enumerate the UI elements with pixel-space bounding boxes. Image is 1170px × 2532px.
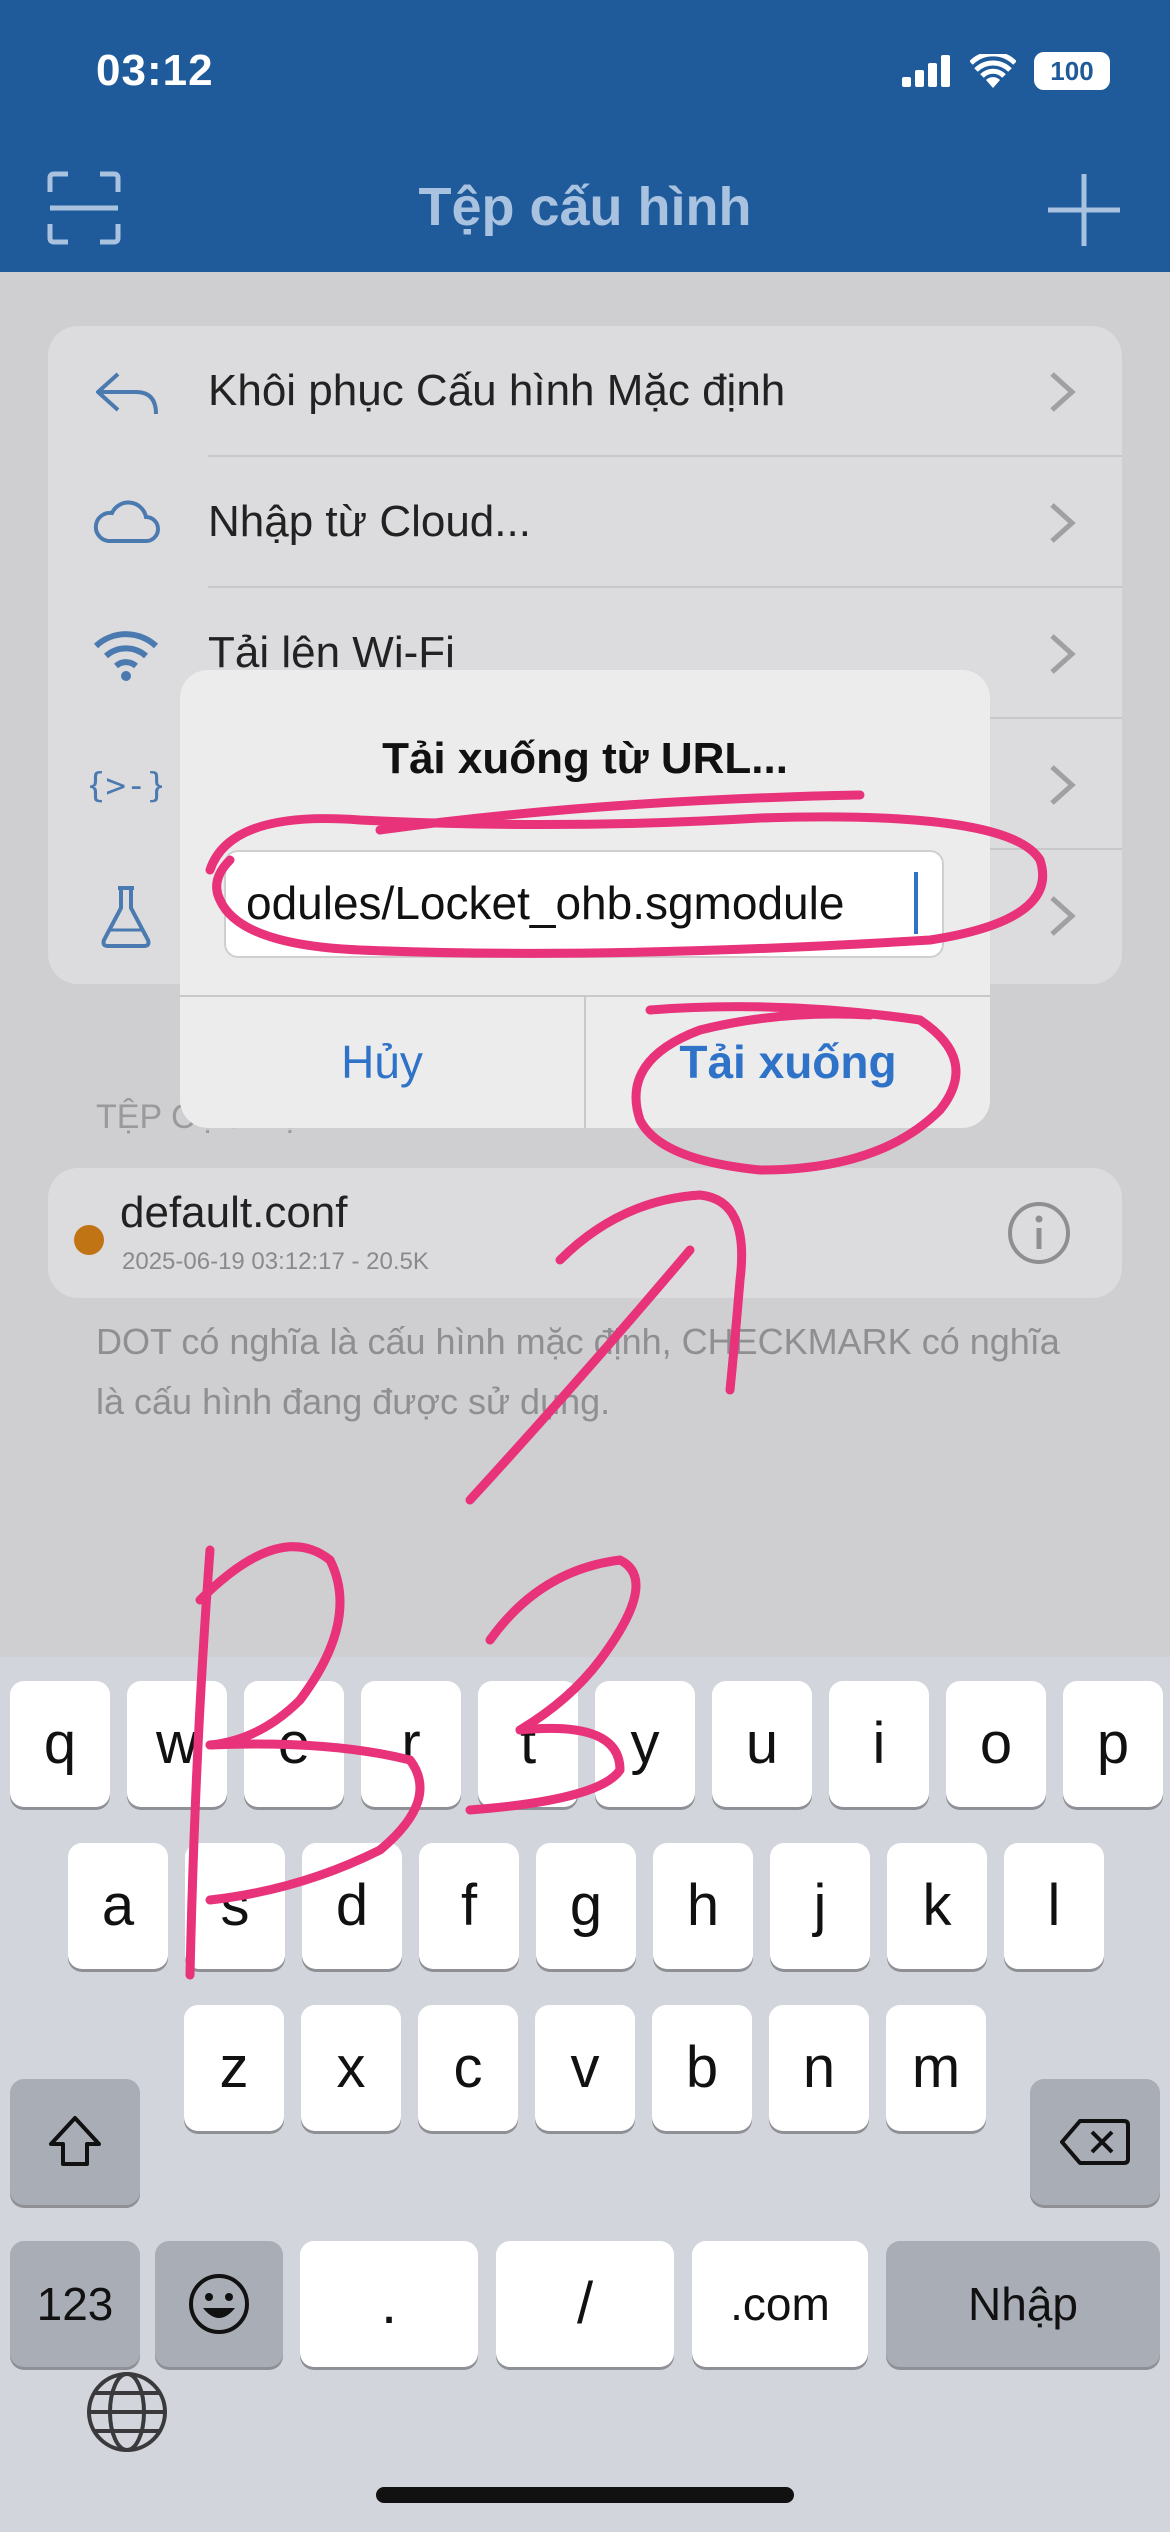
chevron-right-icon [1050, 634, 1076, 674]
dotcom-key[interactable]: .com [692, 2241, 868, 2367]
key-f[interactable]: f [419, 1843, 519, 1969]
key-p[interactable]: p [1063, 1681, 1163, 1807]
globe-icon[interactable] [84, 2369, 170, 2455]
key-c[interactable]: c [418, 2005, 518, 2131]
key-j[interactable]: j [770, 1843, 870, 1969]
chevron-right-icon [1050, 896, 1076, 936]
legend-note: DOT có nghĩa là cấu hình mặc định, CHECK… [96, 1321, 1060, 1422]
key-r[interactable]: r [361, 1681, 461, 1807]
status-icons: 100 [902, 52, 1110, 90]
numbers-key[interactable]: 123 [10, 2241, 140, 2367]
default-dot-icon [74, 1225, 104, 1255]
menu-item-import-cloud[interactable]: Nhập từ Cloud... [48, 457, 1122, 588]
file-meta: 2025-06-19 03:12:17 - 20.5K [122, 1248, 429, 1275]
home-indicator [376, 2487, 794, 2503]
download-button[interactable]: Tải xuống [586, 997, 990, 1128]
key-x[interactable]: x [301, 2005, 401, 2131]
key-h[interactable]: h [653, 1843, 753, 1969]
file-name: default.conf [120, 1188, 348, 1237]
cloud-icon [93, 500, 160, 543]
chevron-right-icon [1050, 503, 1076, 543]
status-time: 03:12 [96, 46, 214, 95]
menu-item-label: Khôi phục Cấu hình Mặc định [208, 366, 786, 415]
chevron-right-icon [1050, 765, 1076, 805]
backspace-icon [1060, 2119, 1130, 2165]
info-icon[interactable] [1006, 1200, 1072, 1266]
wifi-icon [93, 631, 159, 681]
flask-icon [101, 886, 151, 948]
key-a[interactable]: a [68, 1843, 168, 1969]
slash-key[interactable]: / [496, 2241, 674, 2367]
key-u[interactable]: u [712, 1681, 812, 1807]
key-z[interactable]: z [184, 2005, 284, 2131]
file-row[interactable]: default.conf 2025-06-19 03:12:17 - 20.5K [48, 1168, 1122, 1298]
key-d[interactable]: d [302, 1843, 402, 1969]
menu-item-label: Nhập từ Cloud... [208, 497, 531, 546]
key-o[interactable]: o [946, 1681, 1046, 1807]
download-url-dialog: Tải xuống từ URL... odules/Locket_ohb.sg… [180, 670, 990, 1128]
text-caret [914, 872, 918, 934]
key-m[interactable]: m [886, 2005, 986, 2131]
restore-icon [96, 372, 158, 415]
battery-icon: 100 [1034, 52, 1110, 90]
wifi-status-icon [970, 54, 1016, 88]
key-y[interactable]: y [595, 1681, 695, 1807]
svg-text:{>-}: {>-} [90, 766, 162, 806]
url-input-value: odules/Locket_ohb.sgmodule [246, 877, 845, 929]
key-g[interactable]: g [536, 1843, 636, 1969]
key-t[interactable]: t [478, 1681, 578, 1807]
keyboard: qwertyuiop asdfghjkl zxcvbnm 123 . / .co… [0, 1657, 1170, 2532]
emoji-icon [189, 2274, 249, 2334]
key-i[interactable]: i [829, 1681, 929, 1807]
script-icon: {>-} [90, 766, 162, 806]
backspace-key[interactable] [1030, 2079, 1160, 2205]
key-s[interactable]: s [185, 1843, 285, 1969]
key-v[interactable]: v [535, 2005, 635, 2131]
url-input[interactable]: odules/Locket_ohb.sgmodule [224, 850, 944, 958]
key-w[interactable]: w [127, 1681, 227, 1807]
return-key[interactable]: Nhập [886, 2241, 1160, 2367]
dialog-title: Tải xuống từ URL... [382, 734, 788, 783]
shift-icon [49, 2116, 101, 2166]
cancel-button[interactable]: Hủy [180, 997, 584, 1128]
menu-item-restore[interactable]: Khôi phục Cấu hình Mặc định [48, 326, 1122, 457]
shift-key[interactable] [10, 2079, 140, 2205]
signal-icon [902, 55, 950, 87]
chevron-right-icon [1050, 372, 1076, 412]
page-title: Tệp cấu hình [418, 177, 752, 237]
key-n[interactable]: n [769, 2005, 869, 2131]
emoji-key[interactable] [155, 2241, 283, 2367]
key-l[interactable]: l [1004, 1843, 1104, 1969]
key-q[interactable]: q [10, 1681, 110, 1807]
plus-icon[interactable] [1044, 170, 1124, 250]
navigation-bar: 03:12 100 Tệp cấu hình [0, 0, 1170, 272]
key-k[interactable]: k [887, 1843, 987, 1969]
key-e[interactable]: e [244, 1681, 344, 1807]
key-b[interactable]: b [652, 2005, 752, 2131]
dot-key[interactable]: . [300, 2241, 478, 2367]
